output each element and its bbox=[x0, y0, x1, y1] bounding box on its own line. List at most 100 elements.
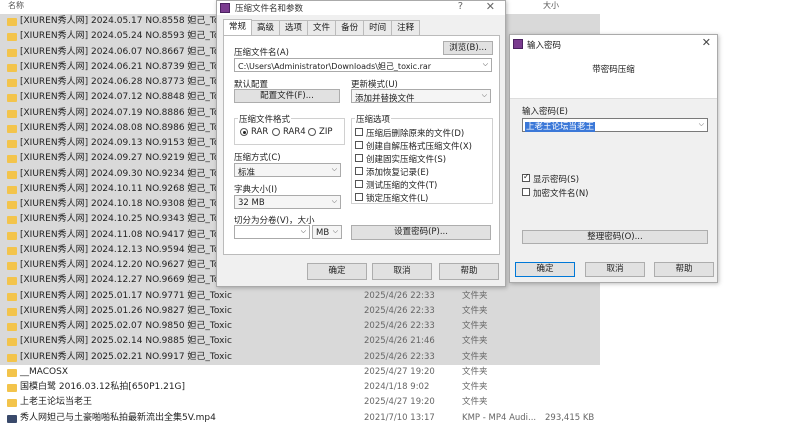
archive-name-input[interactable]: C:\Users\Administrator\Downloads\妲己_toxi… bbox=[234, 58, 492, 72]
folder-icon bbox=[7, 368, 17, 377]
folder-icon bbox=[7, 155, 17, 164]
file-row[interactable]: [XIUREN秀人网] 2025.02.14 NO.9885 妲己_Toxic 2… bbox=[0, 334, 600, 350]
help-icon[interactable]: ? bbox=[458, 1, 463, 12]
option-checkbox-1[interactable] bbox=[355, 141, 363, 149]
file-name: [XIUREN秀人网] 2024.05.17 NO.8558 妲己_Toxic bbox=[20, 16, 232, 26]
archive-dialog: 压缩文件名和参数 ? ✕ 常规 高级 选项 文件 备份 时间 注释 压缩文件名(A) 浏览(… bbox=[216, 0, 506, 287]
file-name: [XIUREN秀人网] 2024.07.12 NO.8848 妲己_Toxic bbox=[20, 92, 232, 103]
options-group-label: 压缩选项 bbox=[355, 113, 392, 125]
file-row[interactable]: [XIUREN秀人网] 2025.01.17 NO.9771 妲己_Toxic 2… bbox=[0, 288, 600, 304]
dialog-tabs: 常规 高级 选项 文件 备份 时间 注释 bbox=[223, 19, 421, 36]
file-date: 2025/4/26 21:46 bbox=[364, 336, 435, 347]
help-button[interactable]: 帮助 bbox=[439, 263, 499, 280]
file-row[interactable]: 秀人网妲己与土豪啪啪私拍最新流出全集5V.mp4 2021/7/10 13:17 K… bbox=[0, 411, 600, 426]
ok-button[interactable]: 确定 bbox=[307, 263, 367, 280]
format-label-zip[interactable]: ZIP bbox=[319, 127, 332, 137]
file-name: [XIUREN秀人网] 2024.12.27 NO.9669 妲己_Toxic bbox=[20, 275, 232, 286]
chevron-down-icon[interactable]: ⌵ bbox=[699, 120, 704, 129]
chevron-down-icon[interactable]: ⌵ bbox=[301, 227, 306, 236]
tab-4[interactable]: 备份 bbox=[335, 20, 365, 35]
format-radio-rar4[interactable] bbox=[272, 128, 280, 136]
tab-2[interactable]: 选项 bbox=[279, 20, 309, 35]
file-name: [XIUREN秀人网] 2024.07.19 NO.8886 妲己_Toxic bbox=[20, 107, 232, 118]
option-checkbox-3[interactable] bbox=[355, 167, 363, 175]
password-input[interactable]: 上老王论坛当老王 ⌵ bbox=[522, 118, 708, 132]
file-name: [XIUREN秀人网] 2024.10.18 NO.9308 妲己_Toxic bbox=[20, 199, 232, 209]
file-row[interactable]: __MACOSX 2025/4/27 19:20 文件夹 bbox=[0, 365, 600, 380]
update-mode-select[interactable]: 添加并替换文件 ⌵ bbox=[351, 89, 491, 104]
file-name: [XIUREN秀人网] 2024.06.21 NO.8739 妲己_Toxic bbox=[20, 61, 232, 72]
set-password-button[interactable]: 设置密码(P)... bbox=[351, 225, 491, 240]
general-tab-panel: 压缩文件名(A) 浏览(B)... C:\Users\Administrator… bbox=[223, 35, 500, 255]
winrar-app-icon bbox=[220, 3, 230, 13]
tab-1[interactable]: 高级 bbox=[251, 20, 281, 35]
cancel-button[interactable]: 取消 bbox=[372, 263, 432, 280]
dictionary-select[interactable]: 32 MB ⌵ bbox=[234, 195, 341, 209]
method-value: 标准 bbox=[238, 168, 256, 178]
method-select[interactable]: 标准 ⌵ bbox=[234, 163, 341, 178]
file-type: 文件夹 bbox=[462, 290, 488, 301]
format-radio-rar[interactable] bbox=[240, 128, 248, 136]
folder-icon bbox=[7, 94, 17, 103]
file-name: [XIUREN秀人网] 2025.01.26 NO.9827 妲己_Toxic bbox=[20, 305, 232, 316]
close-icon[interactable]: ✕ bbox=[702, 36, 711, 49]
tab-5[interactable]: 时间 bbox=[363, 20, 393, 35]
password-cancel-button[interactable]: 取消 bbox=[585, 262, 645, 277]
file-row[interactable]: 国模白鹭 2016.03.12私拍[650P1.21G] 2024/1/18 9:… bbox=[0, 380, 600, 395]
file-name: [XIUREN秀人网] 2024.05.24 NO.8593 妲己_Toxic bbox=[20, 31, 232, 42]
organize-passwords-button[interactable]: 整理密码(O)... bbox=[522, 230, 708, 244]
password-help-button[interactable]: 帮助 bbox=[654, 262, 714, 277]
update-mode-value: 添加并替换文件 bbox=[355, 94, 415, 104]
tab-6[interactable]: 注释 bbox=[391, 20, 421, 35]
file-row[interactable]: 上老王论坛当老王 2025/4/27 19:20 文件夹 bbox=[0, 395, 600, 410]
browse-button[interactable]: 浏览(B)... bbox=[443, 41, 493, 55]
option-label-1[interactable]: 创建自解压格式压缩文件(X) bbox=[366, 140, 472, 152]
archive-dialog-title: 压缩文件名和参数 bbox=[235, 4, 304, 14]
file-type: KMP - MP4 Audi... bbox=[462, 412, 537, 423]
show-password-label[interactable]: 显示密码(S) bbox=[533, 173, 579, 185]
file-name: [XIUREN秀人网] 2025.01.17 NO.9771 妲己_Toxic bbox=[20, 290, 232, 301]
encrypt-names-label[interactable]: 加密文件名(N) bbox=[533, 187, 589, 199]
file-type: 文件夹 bbox=[462, 321, 488, 331]
file-row[interactable]: [XIUREN秀人网] 2025.01.26 NO.9827 妲己_Toxic 2… bbox=[0, 303, 600, 319]
option-checkbox-0[interactable] bbox=[355, 128, 363, 136]
tab-0[interactable]: 常规 bbox=[223, 19, 253, 36]
password-ok-button[interactable]: 确定 bbox=[515, 262, 575, 277]
split-unit-select[interactable]: MB ⌵ bbox=[312, 225, 342, 239]
option-label-2[interactable]: 创建固实压缩文件(S) bbox=[366, 153, 446, 165]
file-row[interactable]: [XIUREN秀人网] 2025.02.07 NO.9850 妲己_Toxic 2… bbox=[0, 319, 600, 335]
folder-icon bbox=[7, 48, 17, 57]
tab-3[interactable]: 文件 bbox=[307, 20, 337, 35]
option-label-5[interactable]: 锁定压缩文件(L) bbox=[366, 192, 428, 204]
format-label-rar4[interactable]: RAR4 bbox=[283, 127, 306, 137]
option-checkbox-5[interactable] bbox=[355, 193, 363, 201]
file-row[interactable]: [XIUREN秀人网] 2025.02.21 NO.9917 妲己_Toxic 2… bbox=[0, 349, 600, 365]
file-name: 上老王论坛当老王 bbox=[20, 397, 93, 408]
chevron-down-icon[interactable]: ⌵ bbox=[483, 60, 488, 69]
profile-button[interactable]: 配置文件(F)... bbox=[234, 89, 340, 103]
file-name: [XIUREN秀人网] 2024.09.27 NO.9219 妲己_Toxic bbox=[20, 153, 232, 164]
format-label-rar[interactable]: RAR bbox=[251, 127, 268, 137]
folder-icon bbox=[7, 140, 17, 148]
column-name-header[interactable]: 名称 bbox=[8, 0, 24, 11]
option-checkbox-2[interactable] bbox=[355, 154, 363, 162]
option-label-0[interactable]: 压缩后删除原来的文件(D) bbox=[366, 127, 464, 139]
file-date: 2021/7/10 13:17 bbox=[364, 412, 435, 423]
dictionary-label: 字典大小(I) bbox=[234, 185, 278, 195]
close-icon[interactable]: ✕ bbox=[486, 0, 495, 13]
option-checkbox-4[interactable] bbox=[355, 180, 363, 188]
show-password-checkbox[interactable] bbox=[522, 172, 530, 182]
split-size-input[interactable]: ⌵ bbox=[234, 225, 310, 239]
folder-icon bbox=[7, 231, 17, 240]
option-label-3[interactable]: 添加恢复记录(E) bbox=[366, 166, 429, 178]
file-date: 2025/4/27 19:20 bbox=[364, 366, 435, 377]
file-date: 2025/4/26 22:33 bbox=[364, 351, 435, 362]
option-label-4[interactable]: 测试压缩的文件(T) bbox=[366, 179, 437, 191]
file-name: [XIUREN秀人网] 2024.10.11 NO.9268 妲己_Toxic bbox=[20, 183, 232, 194]
archive-dialog-titlebar: 压缩文件名和参数 ? ✕ bbox=[217, 0, 505, 15]
column-size-header[interactable]: 大小 bbox=[543, 0, 559, 11]
encrypt-names-checkbox[interactable] bbox=[522, 188, 530, 196]
format-radio-zip[interactable] bbox=[308, 128, 316, 136]
file-name: [XIUREN秀人网] 2024.06.07 NO.8667 妲己_Toxic bbox=[20, 46, 232, 57]
chevron-down-icon: ⌵ bbox=[331, 165, 337, 173]
